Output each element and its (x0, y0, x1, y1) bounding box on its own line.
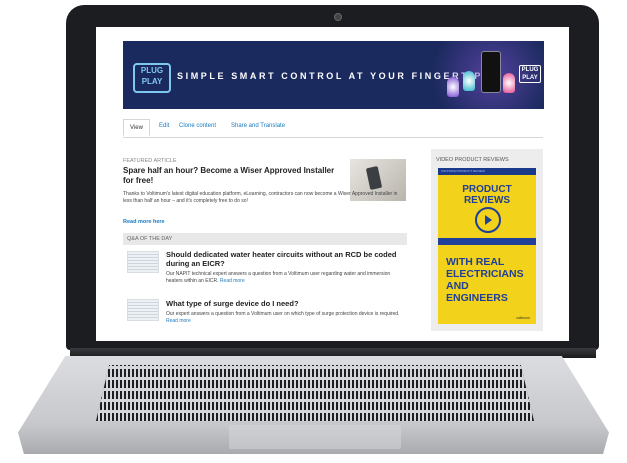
smart-plug-device-icon (481, 51, 501, 93)
phone-icon (365, 165, 383, 191)
badge-plug-text: PLUG (521, 67, 539, 73)
video-controls-bar[interactable] (438, 238, 536, 245)
qa-item-text: Our NAPIT technical expert answers a que… (166, 271, 391, 284)
tab-share-and-translate[interactable]: Share and Translate (231, 123, 285, 129)
laptop-screen: PLUG PLAY SIMPLE SMART CONTROL AT YOUR F… (96, 27, 569, 341)
content-tabs: View Edit Clone content Share and Transl… (123, 119, 543, 138)
video-subheadline: WITH REAL ELECTRICIANS AND ENGINEERS (446, 256, 524, 304)
qa-thumbnail[interactable] (127, 299, 159, 321)
banner-tagline: SIMPLE SMART CONTROL AT YOUR FINGERTIPS (177, 71, 492, 81)
bulb-icon (463, 71, 475, 91)
logo-play-text: PLAY (141, 77, 163, 86)
qa-item-title[interactable]: What type of surge device do I need? (166, 299, 402, 308)
laptop-keyboard (96, 365, 534, 421)
video-sidebar-title: VIDEO PRODUCT REVIEWS (436, 157, 509, 163)
camera-icon (334, 13, 342, 21)
laptop-trackpad (229, 425, 401, 449)
plug-play-logo: PLUG PLAY (133, 63, 171, 93)
video-headline: PRODUCT REVIEWS (462, 184, 512, 206)
qa-section-header: Q&A OF THE DAY (123, 233, 407, 245)
featured-article-label: FEATURED ARTICLE (123, 158, 177, 164)
plug-play-banner[interactable]: PLUG PLAY SIMPLE SMART CONTROL AT YOUR F… (123, 41, 544, 109)
qa-item-title[interactable]: Should dedicated water heater circuits w… (166, 250, 402, 268)
video-title-bar: VOLTIMUM PRODUCT REVIEW (438, 168, 536, 175)
tab-clone-content[interactable]: Clone content (179, 123, 216, 129)
read-more-link[interactable]: Read more (166, 318, 191, 324)
logo-plug-text: PLUG (140, 66, 164, 75)
bulb-icon (447, 77, 459, 97)
video-player[interactable]: VOLTIMUM PRODUCT REVIEW PRODUCT REVIEWS … (438, 168, 536, 324)
voltimum-logo: voltimum (515, 316, 530, 320)
qa-item-body: Our NAPIT technical expert answers a que… (166, 271, 402, 285)
bulb-icon (503, 73, 515, 93)
tab-view[interactable]: View (123, 119, 150, 136)
plug-play-badge: PLUG PLAY (519, 65, 541, 83)
qa-item-text: Our expert answers a question from a Vol… (166, 311, 400, 317)
featured-article-title[interactable]: Spare half an hour? Become a Wiser Appro… (123, 166, 345, 186)
qa-thumbnail[interactable] (127, 251, 159, 273)
badge-play-text: PLAY (522, 75, 538, 81)
tab-edit[interactable]: Edit (159, 123, 169, 129)
read-more-link[interactable]: Read more (220, 278, 245, 284)
read-more-here-link[interactable]: Read more here (123, 219, 165, 225)
qa-item-body: Our expert answers a question from a Vol… (166, 311, 402, 325)
play-icon[interactable] (475, 207, 501, 233)
featured-article-body: Thanks to Voltimum's latest digital educ… (123, 191, 398, 204)
